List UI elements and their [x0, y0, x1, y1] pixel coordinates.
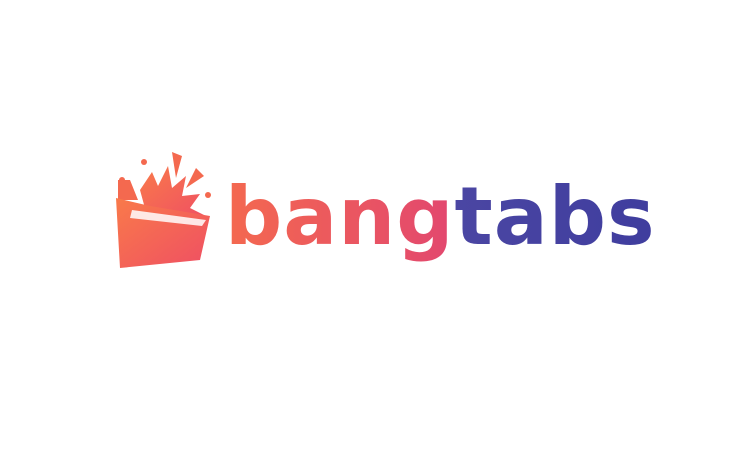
spark-dot	[205, 192, 211, 198]
spark-ray	[172, 152, 182, 178]
wordmark-part-bang: bang	[225, 162, 454, 272]
folder-body	[116, 198, 210, 268]
brand-wordmark: bang tabs	[225, 162, 656, 272]
bangtabs-logo: bang tabs	[110, 150, 655, 280]
spark-dot	[141, 159, 147, 165]
folder-back	[118, 180, 138, 200]
wordmark-part-tabs: tabs	[454, 162, 655, 272]
bursting-folder-icon	[116, 152, 211, 268]
canvas: bang tabs	[0, 0, 750, 450]
spark-ray	[186, 168, 204, 188]
